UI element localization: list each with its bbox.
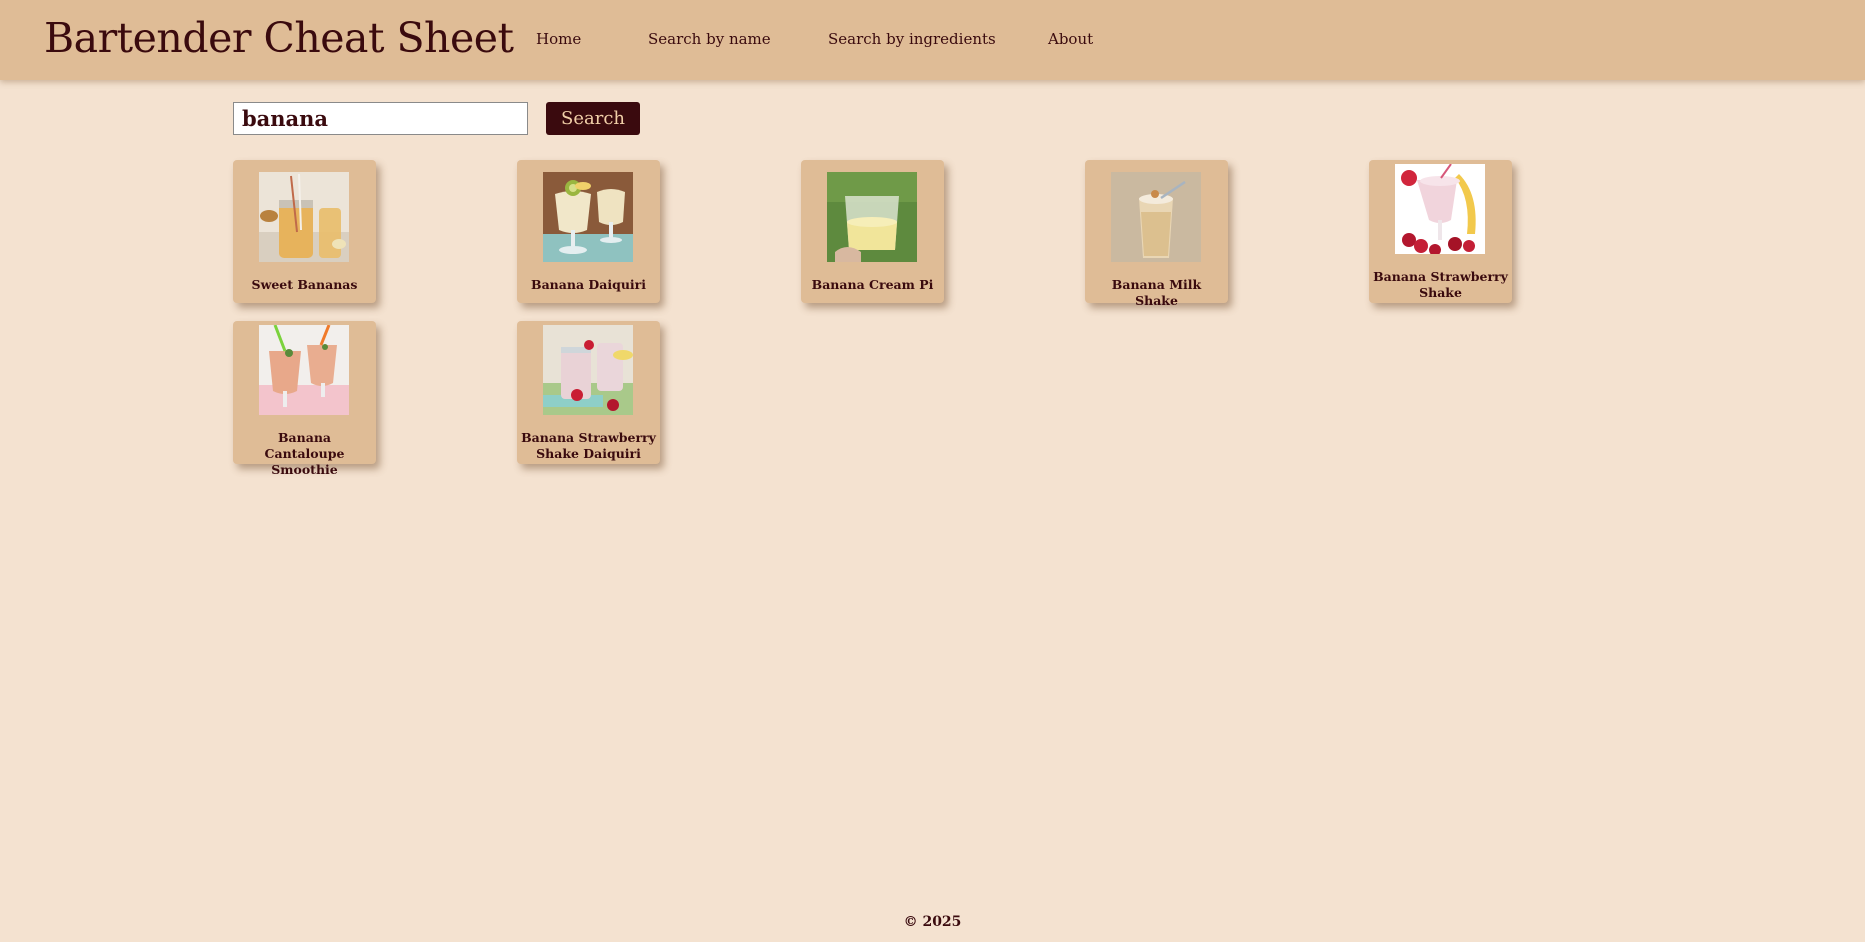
search-button[interactable]: Search xyxy=(546,102,640,135)
drink-card-banana-cantaloupe-smoothie[interactable]: Banana Cantaloupe Smoothie xyxy=(233,321,376,477)
drink-photo-icon xyxy=(1111,172,1201,262)
drink-card-label: Banana Strawberry Shake xyxy=(1373,269,1508,300)
drink-card-sweet-bananas[interactable]: Sweet Bananas xyxy=(233,160,376,303)
drink-card-label: Banana Cantaloupe Smoothie xyxy=(264,430,345,477)
drink-photo-icon xyxy=(259,172,349,262)
drink-card-banana-strawberry-shake[interactable]: Banana Strawberry Shake xyxy=(1369,160,1512,303)
drink-photo-icon xyxy=(259,325,349,415)
footer-copyright: © 2025 xyxy=(903,914,962,930)
drink-card-banana-daiquiri[interactable]: Banana Daiquiri xyxy=(517,160,660,303)
drink-card-banana-cream-pi[interactable]: Banana Cream Pi xyxy=(801,160,944,303)
drink-card-label: Banana Milk Shake xyxy=(1111,277,1202,308)
site-title[interactable]: Bartender Cheat Sheet xyxy=(44,14,514,62)
drink-card-banana-strawberry-shake-daiquiri[interactable]: Banana Strawberry Shake Daiquiri xyxy=(517,321,660,464)
nav-search-by-name[interactable]: Search by name xyxy=(648,30,771,48)
drink-photo-icon xyxy=(827,172,917,262)
nav-search-by-ingredients[interactable]: Search by ingredients xyxy=(828,30,996,48)
drink-photo-icon xyxy=(543,172,633,262)
search-input[interactable] xyxy=(233,102,528,135)
drink-card-label: Banana Daiquiri xyxy=(531,277,646,292)
nav-home[interactable]: Home xyxy=(536,30,581,48)
drink-card-label: Banana Cream Pi xyxy=(811,277,934,292)
site-header: Bartender Cheat Sheet Home Search by nam… xyxy=(0,0,1865,80)
nav-about[interactable]: About xyxy=(1048,30,1093,48)
drink-photo-icon xyxy=(543,325,633,415)
drink-photo-icon xyxy=(1395,164,1485,254)
drink-card-label: Sweet Bananas xyxy=(251,277,358,292)
drink-card-banana-milk-shake[interactable]: Banana Milk Shake xyxy=(1085,160,1228,308)
drink-card-label: Banana Strawberry Shake Daiquiri xyxy=(521,430,656,461)
